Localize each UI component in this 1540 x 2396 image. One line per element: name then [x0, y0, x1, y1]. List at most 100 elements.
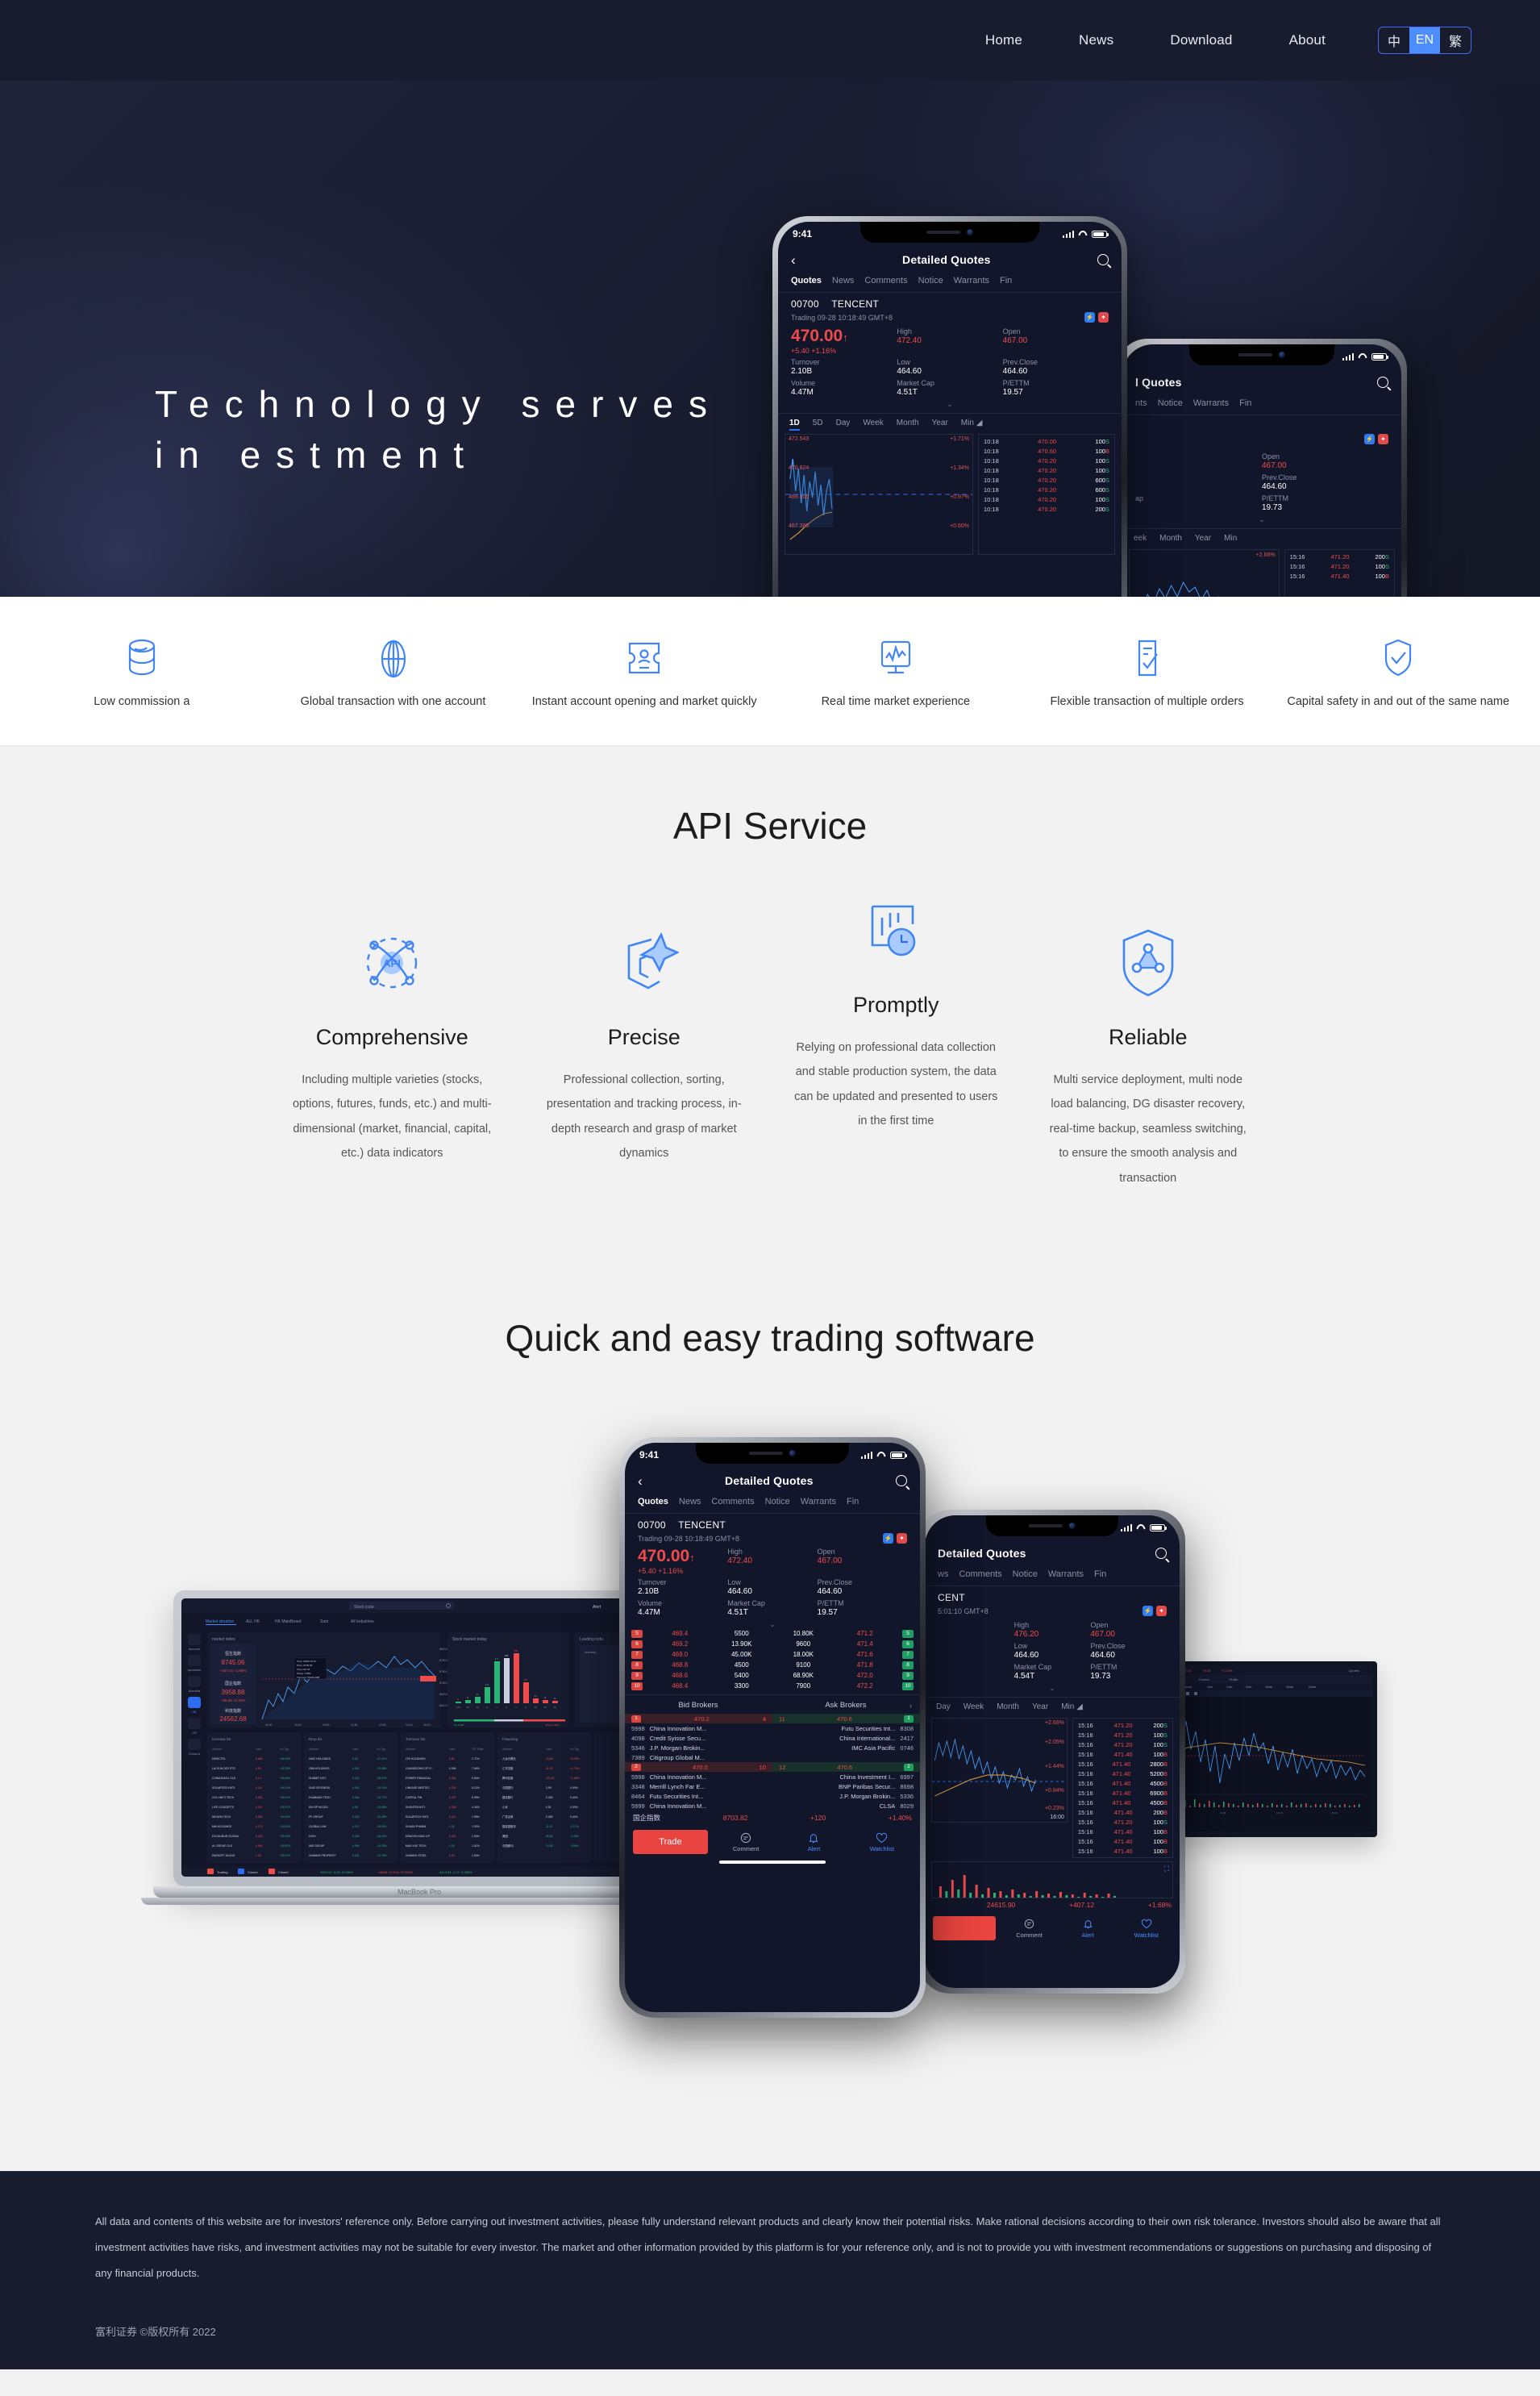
tab-fin[interactable]: Fin — [1000, 276, 1012, 285]
expand-caret-icon[interactable]: ⌄ — [1122, 516, 1401, 523]
range-1d[interactable]: 1D — [789, 419, 800, 431]
svg-text:Alert: Alert — [593, 1605, 601, 1610]
shield-network-icon — [1045, 919, 1252, 1007]
chevron-left-icon[interactable]: ‹ — [791, 253, 796, 267]
feature-item-instant-account[interactable]: Instant account opening and market quick… — [518, 634, 770, 708]
range-tabs[interactable]: Day Week Month Year Min ◢ — [925, 1698, 1180, 1711]
svg-text:756: 756 — [505, 1654, 509, 1657]
tab-warrants[interactable]: Warrants — [1048, 1569, 1084, 1579]
feature-item-low-commission[interactable]: Low commission a — [16, 634, 268, 708]
feature-item-flexible-transaction[interactable]: Flexible transaction of multiple orders — [1022, 634, 1273, 708]
svg-text:+28.57%: +28.57% — [280, 1844, 290, 1848]
range-week[interactable]: Week — [863, 419, 883, 427]
stat-open: Open 467.00 — [1002, 327, 1028, 345]
svg-text:0.58: 0.58 — [352, 1806, 358, 1809]
site-footer: All data and contents of this website ar… — [0, 2171, 1540, 2369]
tab-fin[interactable]: Fin — [1239, 398, 1251, 408]
range-month[interactable]: Month — [1159, 534, 1182, 543]
search-icon[interactable] — [1097, 254, 1109, 265]
tab-news[interactable]: News — [832, 276, 855, 285]
svg-text:-16.33%: -16.33% — [377, 1835, 387, 1838]
tab-comments[interactable]: Comments — [959, 1569, 1001, 1579]
range-year[interactable]: Year — [932, 419, 948, 427]
chevron-left-icon[interactable]: ‹ — [638, 1474, 643, 1488]
range-week[interactable]: Week — [964, 1702, 984, 1711]
range-tabs[interactable]: 1D 5D Day Week Month Year Min ◢ — [778, 414, 1122, 431]
phone-side-tabs[interactable]: nts Notice Warrants Fin — [1122, 396, 1401, 408]
tab-warrants[interactable]: Warrants — [801, 1497, 836, 1506]
tab-fin[interactable]: Fin — [847, 1497, 859, 1506]
tab-notice[interactable]: Notice — [918, 276, 943, 285]
tab-quotes[interactable]: Quotes — [638, 1497, 668, 1506]
expand-icon[interactable]: ⛶ — [1164, 1865, 1169, 1873]
expand-caret-icon[interactable]: ⌄ — [778, 401, 1122, 408]
expand-caret-icon[interactable]: ⌄ — [925, 1685, 1180, 1692]
range-month[interactable]: Month — [997, 1702, 1019, 1711]
lang-option-en[interactable]: EN — [1409, 27, 1440, 53]
nav-item-home[interactable]: Home — [957, 32, 1051, 48]
range-week-partial[interactable]: eek — [1134, 534, 1147, 543]
search-icon[interactable] — [895, 1475, 907, 1487]
svg-text:+1.56%: +1.56% — [570, 1777, 580, 1780]
comment-action[interactable]: Comment — [716, 1832, 776, 1852]
phone-side-range-tabs[interactable]: eek Month Year Min — [1122, 529, 1401, 543]
nav-item-about[interactable]: About — [1261, 32, 1354, 48]
hero-section: Technology serves in estment l Quotes nt… — [0, 81, 1540, 597]
tab-news[interactable]: News — [679, 1497, 701, 1506]
app-tabs[interactable]: Quotes News Comments Notice Warrants Fin — [625, 1494, 920, 1506]
heart-icon — [852, 1832, 912, 1844]
range-min[interactable]: Min — [1224, 534, 1237, 543]
alert-action[interactable]: Alert — [784, 1832, 843, 1852]
watchlist-action[interactable]: Watchlist — [852, 1832, 912, 1852]
tab-comments-partial[interactable]: nts — [1135, 398, 1147, 408]
battery-icon — [890, 1451, 907, 1459]
tab-notice[interactable]: Notice — [1013, 1569, 1038, 1579]
app-tabs[interactable]: ws Comments Notice Warrants Fin — [925, 1567, 1180, 1579]
tab-fin[interactable]: Fin — [1094, 1569, 1106, 1579]
svg-text:IMS GROUP: IMS GROUP — [309, 1844, 325, 1848]
tab-warrants[interactable]: Warrants — [1193, 398, 1229, 408]
language-switcher[interactable]: 中 EN 繁 — [1378, 27, 1471, 54]
svg-text:Industry: Industry — [585, 1650, 596, 1654]
tab-notice[interactable]: Notice — [1158, 398, 1183, 408]
hk-flag-badge-icon: ✦ — [897, 1533, 907, 1544]
range-5d[interactable]: 5D — [813, 419, 823, 427]
tab-notice[interactable]: Notice — [765, 1497, 790, 1506]
alert-action[interactable]: Alert — [1063, 1919, 1113, 1939]
svg-text:Price: 8745.06: Price: 8745.06 — [297, 1664, 313, 1667]
range-month[interactable]: Month — [897, 419, 919, 427]
range-min[interactable]: Min ◢ — [1061, 1702, 1083, 1711]
nav-item-news[interactable]: News — [1051, 32, 1142, 48]
trade-button[interactable] — [933, 1916, 997, 1941]
order-book-row: 8 468.8 4500 9100 471.8 8 — [631, 1660, 914, 1670]
svg-text:DIRECTEL: DIRECTEL — [212, 1757, 226, 1761]
search-icon[interactable] — [1155, 1548, 1167, 1560]
tab-quotes[interactable]: Quotes — [791, 276, 822, 285]
range-min[interactable]: Min ◢ — [961, 419, 983, 427]
search-icon[interactable] — [1377, 377, 1388, 388]
app-tabs[interactable]: Quotes News Comments Notice Warrants Fin — [778, 273, 1122, 285]
tab-comments[interactable]: Comments — [864, 276, 907, 285]
tab-warrants[interactable]: Warrants — [954, 276, 989, 285]
svg-text:Last: Last — [546, 1748, 551, 1751]
range-year[interactable]: Year — [1195, 534, 1211, 543]
range-day[interactable]: Day — [936, 1702, 951, 1711]
trade-button[interactable]: Trade — [633, 1830, 708, 1855]
chevron-right-icon[interactable]: › — [909, 1702, 912, 1710]
chart-pct-2: +2.05% — [1044, 1740, 1064, 1746]
lang-option-zh-cn[interactable]: 中 — [1379, 27, 1409, 53]
tab-news-partial[interactable]: ws — [938, 1569, 948, 1579]
tab-comments[interactable]: Comments — [711, 1497, 754, 1506]
svg-text:1.31: 1.31 — [449, 1825, 455, 1828]
svg-text:Turnover: 50156.49B: Turnover: 50156.49B — [297, 1676, 319, 1679]
range-day[interactable]: Day — [836, 419, 851, 427]
nav-item-download[interactable]: Download — [1142, 32, 1260, 48]
feature-item-global-transaction[interactable]: Global transaction with one account — [268, 634, 519, 708]
watchlist-action[interactable]: Watchlist — [1121, 1919, 1172, 1939]
feature-item-real-time-market[interactable]: Real time market experience — [770, 634, 1022, 708]
main-nav: Home News Download About 中 EN 繁 — [957, 27, 1471, 54]
lang-option-zh-tw[interactable]: 繁 — [1440, 27, 1471, 53]
range-year[interactable]: Year — [1032, 1702, 1048, 1711]
comment-action[interactable]: Comment — [1004, 1919, 1055, 1939]
feature-item-capital-safety[interactable]: Capital safety in and out of the same na… — [1272, 634, 1524, 708]
